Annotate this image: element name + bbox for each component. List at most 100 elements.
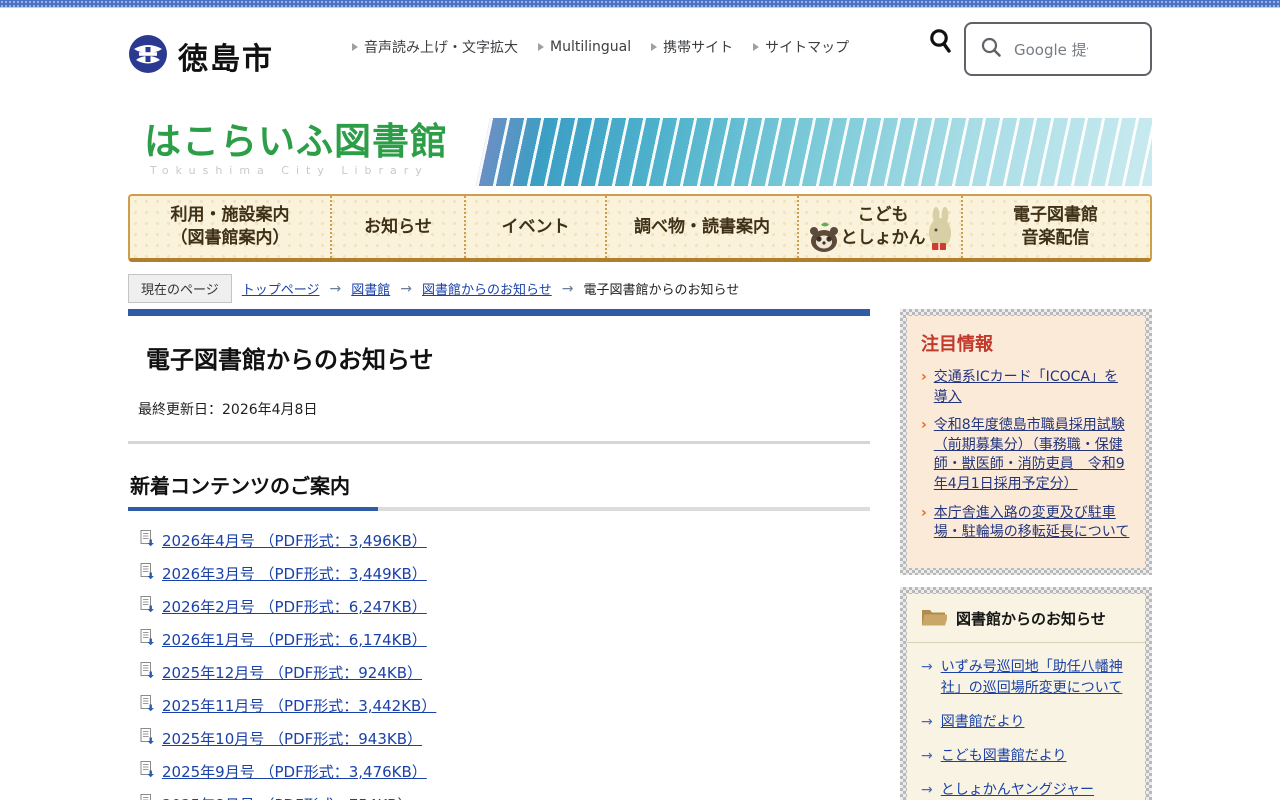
featured-title: 注目情報 bbox=[921, 330, 1131, 356]
section-title: 新着コンテンツのご案内 bbox=[130, 470, 870, 499]
pdf-list: 2026年4月号 （PDF形式：3,496KB） 2026年3月号 （PDF形式… bbox=[140, 531, 870, 800]
pdf-icon bbox=[140, 596, 154, 617]
pdf-icon bbox=[140, 530, 154, 551]
pdf-icon bbox=[140, 695, 154, 716]
triangle-icon bbox=[651, 43, 657, 51]
triangle-icon bbox=[538, 43, 544, 51]
breadcrumb-link-library-news[interactable]: 図書館からのお知らせ bbox=[422, 279, 552, 298]
sidebar: 注目情報 › 交通系ICカード「ICOCA」を導入 › 令和8年度徳島市職員採用… bbox=[900, 309, 1152, 800]
library-news-link[interactable]: としょかんヤングジャー bbox=[941, 780, 1094, 800]
divider bbox=[128, 441, 870, 444]
pdf-link[interactable]: 2026年2月号 （PDF形式：6,247KB） bbox=[162, 596, 427, 617]
folder-icon bbox=[921, 607, 947, 631]
pdf-link[interactable]: 2025年12月号 （PDF形式：924KB） bbox=[162, 662, 422, 683]
breadcrumb-link-top[interactable]: トップページ bbox=[242, 279, 320, 298]
pdf-link[interactable]: 2026年3月号 （PDF形式：3,449KB） bbox=[162, 563, 427, 584]
search-placeholder: Google 提供 bbox=[1014, 39, 1088, 60]
nav-item-events[interactable]: イベント bbox=[464, 196, 605, 258]
library-news-link[interactable]: 図書館だより bbox=[941, 712, 1025, 733]
nav-item-digital-library[interactable]: 電子図書館 音楽配信 bbox=[961, 196, 1148, 258]
pdf-list-item: 2026年2月号 （PDF形式：6,247KB） bbox=[140, 597, 870, 616]
pdf-list-item: 2026年3月号 （PDF形式：3,449KB） bbox=[140, 564, 870, 583]
library-news-item: → としょかんヤングジャー bbox=[921, 780, 1131, 800]
library-news-item: → こども図書館だより bbox=[921, 746, 1131, 767]
pdf-list-item: 2025年9月号 （PDF形式：3,476KB） bbox=[140, 762, 870, 781]
pdf-link[interactable]: 2025年8月号 （PDF形式：754KB） bbox=[162, 794, 412, 800]
pdf-icon bbox=[140, 662, 154, 683]
breadcrumb-arrow-icon: → bbox=[330, 281, 342, 297]
nav-item-news[interactable]: お知らせ bbox=[330, 196, 464, 258]
tanuki-mascot-icon bbox=[807, 221, 841, 260]
library-banner[interactable]: はこらいふ図書館 Tokushima City Library bbox=[128, 118, 1152, 186]
library-news-title: 図書館からのお知らせ bbox=[956, 608, 1106, 629]
section-underline bbox=[128, 507, 870, 511]
triangle-icon bbox=[352, 43, 358, 51]
main-nav: 利用・施設案内 （図書館案内） お知らせ イベント 調べ物・読書案内 bbox=[128, 194, 1152, 262]
rabbit-mascot-icon bbox=[926, 207, 954, 260]
nav-item-research[interactable]: 調べ物・読書案内 bbox=[605, 196, 797, 258]
pdf-icon bbox=[140, 728, 154, 749]
pdf-link[interactable]: 2025年11月号 （PDF形式：3,442KB） bbox=[162, 695, 436, 716]
featured-link[interactable]: 令和8年度徳島市職員採用試験（前期募集分）（事務職・保健師・獣医師・消防吏員 令… bbox=[934, 416, 1131, 494]
library-logo-subtext: Tokushima City Library bbox=[144, 164, 448, 177]
arrow-icon: → bbox=[921, 712, 933, 733]
arrow-icon: → bbox=[921, 780, 933, 800]
arrow-icon: → bbox=[921, 746, 933, 767]
pdf-list-item: 2026年4月号 （PDF形式：3,496KB） bbox=[140, 531, 870, 550]
chevron-icon: › bbox=[921, 416, 927, 494]
city-name: 徳島市 bbox=[178, 34, 274, 78]
featured-item: › 本庁舎進入路の変更及び駐車場・駐輪場の移転延長について bbox=[921, 504, 1131, 543]
utility-link-mobile-site[interactable]: 携帯サイト bbox=[651, 37, 733, 57]
book-spines-decoration bbox=[476, 118, 1152, 186]
featured-item: › 令和8年度徳島市職員採用試験（前期募集分）（事務職・保健師・獣医師・消防吏員… bbox=[921, 416, 1131, 494]
library-logo-text: はこらいふ図書館 bbox=[144, 122, 448, 163]
library-news-box: 図書館からのお知らせ → いずみ号巡回地「助任八幡神社」の巡回場所変更について … bbox=[900, 587, 1152, 800]
featured-box: 注目情報 › 交通系ICカード「ICOCA」を導入 › 令和8年度徳島市職員採用… bbox=[900, 309, 1152, 575]
city-emblem-icon bbox=[128, 34, 168, 78]
title-accent-bar bbox=[128, 309, 870, 316]
arrow-icon: → bbox=[921, 657, 933, 699]
city-logo[interactable]: 徳島市 bbox=[128, 34, 274, 78]
library-news-item: → 図書館だより bbox=[921, 712, 1131, 733]
breadcrumb-current-page: 電子図書館からのお知らせ bbox=[583, 279, 739, 298]
pdf-icon bbox=[140, 629, 154, 650]
pdf-link[interactable]: 2026年4月号 （PDF形式：3,496KB） bbox=[162, 530, 427, 551]
breadcrumb-current-label: 現在のページ bbox=[128, 274, 232, 303]
featured-link[interactable]: 交通系ICカード「ICOCA」を導入 bbox=[934, 368, 1131, 407]
pdf-list-item: 2026年1月号 （PDF形式：6,174KB） bbox=[140, 630, 870, 649]
pdf-list-item: 2025年10月号 （PDF形式：943KB） bbox=[140, 729, 870, 748]
nav-item-guide[interactable]: 利用・施設案内 （図書館案内） bbox=[130, 196, 330, 258]
utility-nav: 音声読み上げ・文字拡大 Multilingual 携帯サイト サイトマップ bbox=[352, 37, 849, 57]
utility-link-multilingual[interactable]: Multilingual bbox=[538, 39, 631, 55]
chevron-icon: › bbox=[921, 368, 927, 407]
utility-link-sitemap[interactable]: サイトマップ bbox=[753, 37, 849, 57]
breadcrumb-link-library[interactable]: 図書館 bbox=[351, 279, 390, 298]
triangle-icon bbox=[753, 43, 759, 51]
pdf-link[interactable]: 2025年10月号 （PDF形式：943KB） bbox=[162, 728, 422, 749]
library-news-item: → いずみ号巡回地「助任八幡神社」の巡回場所変更について bbox=[921, 657, 1131, 699]
nav-item-kids-library[interactable]: こども としょかん bbox=[797, 196, 961, 258]
chevron-icon: › bbox=[921, 504, 927, 543]
library-news-link[interactable]: いずみ号巡回地「助任八幡神社」の巡回場所変更について bbox=[941, 657, 1131, 699]
search-icon[interactable] bbox=[928, 28, 952, 58]
breadcrumb-arrow-icon: → bbox=[400, 281, 412, 297]
last-updated: 最終更新日：2026年4月8日 bbox=[138, 399, 870, 419]
utility-link-accessibility[interactable]: 音声読み上げ・文字拡大 bbox=[352, 37, 518, 57]
pdf-list-item: 2025年12月号 （PDF形式：924KB） bbox=[140, 663, 870, 682]
featured-link[interactable]: 本庁舎進入路の変更及び駐車場・駐輪場の移転延長について bbox=[934, 504, 1131, 543]
pdf-icon bbox=[140, 794, 154, 800]
search-box-icon bbox=[980, 36, 1002, 62]
library-news-link[interactable]: こども図書館だより bbox=[941, 746, 1067, 767]
pdf-link[interactable]: 2026年1月号 （PDF形式：6,174KB） bbox=[162, 629, 427, 650]
pdf-link[interactable]: 2025年9月号 （PDF形式：3,476KB） bbox=[162, 761, 427, 782]
google-search-box[interactable]: Google 提供 bbox=[964, 22, 1152, 76]
pdf-list-item: 2025年11月号 （PDF形式：3,442KB） bbox=[140, 696, 870, 715]
top-accent-bar bbox=[0, 0, 1280, 8]
featured-item: › 交通系ICカード「ICOCA」を導入 bbox=[921, 368, 1131, 407]
pdf-icon bbox=[140, 761, 154, 782]
pdf-icon bbox=[140, 563, 154, 584]
breadcrumb: 現在のページ トップページ → 図書館 → 図書館からのお知らせ → 電子図書館… bbox=[128, 274, 1152, 303]
pdf-list-item: 2025年8月号 （PDF形式：754KB） bbox=[140, 795, 870, 800]
breadcrumb-arrow-icon: → bbox=[562, 281, 574, 297]
page-title: 電子図書館からのお知らせ bbox=[146, 340, 870, 375]
